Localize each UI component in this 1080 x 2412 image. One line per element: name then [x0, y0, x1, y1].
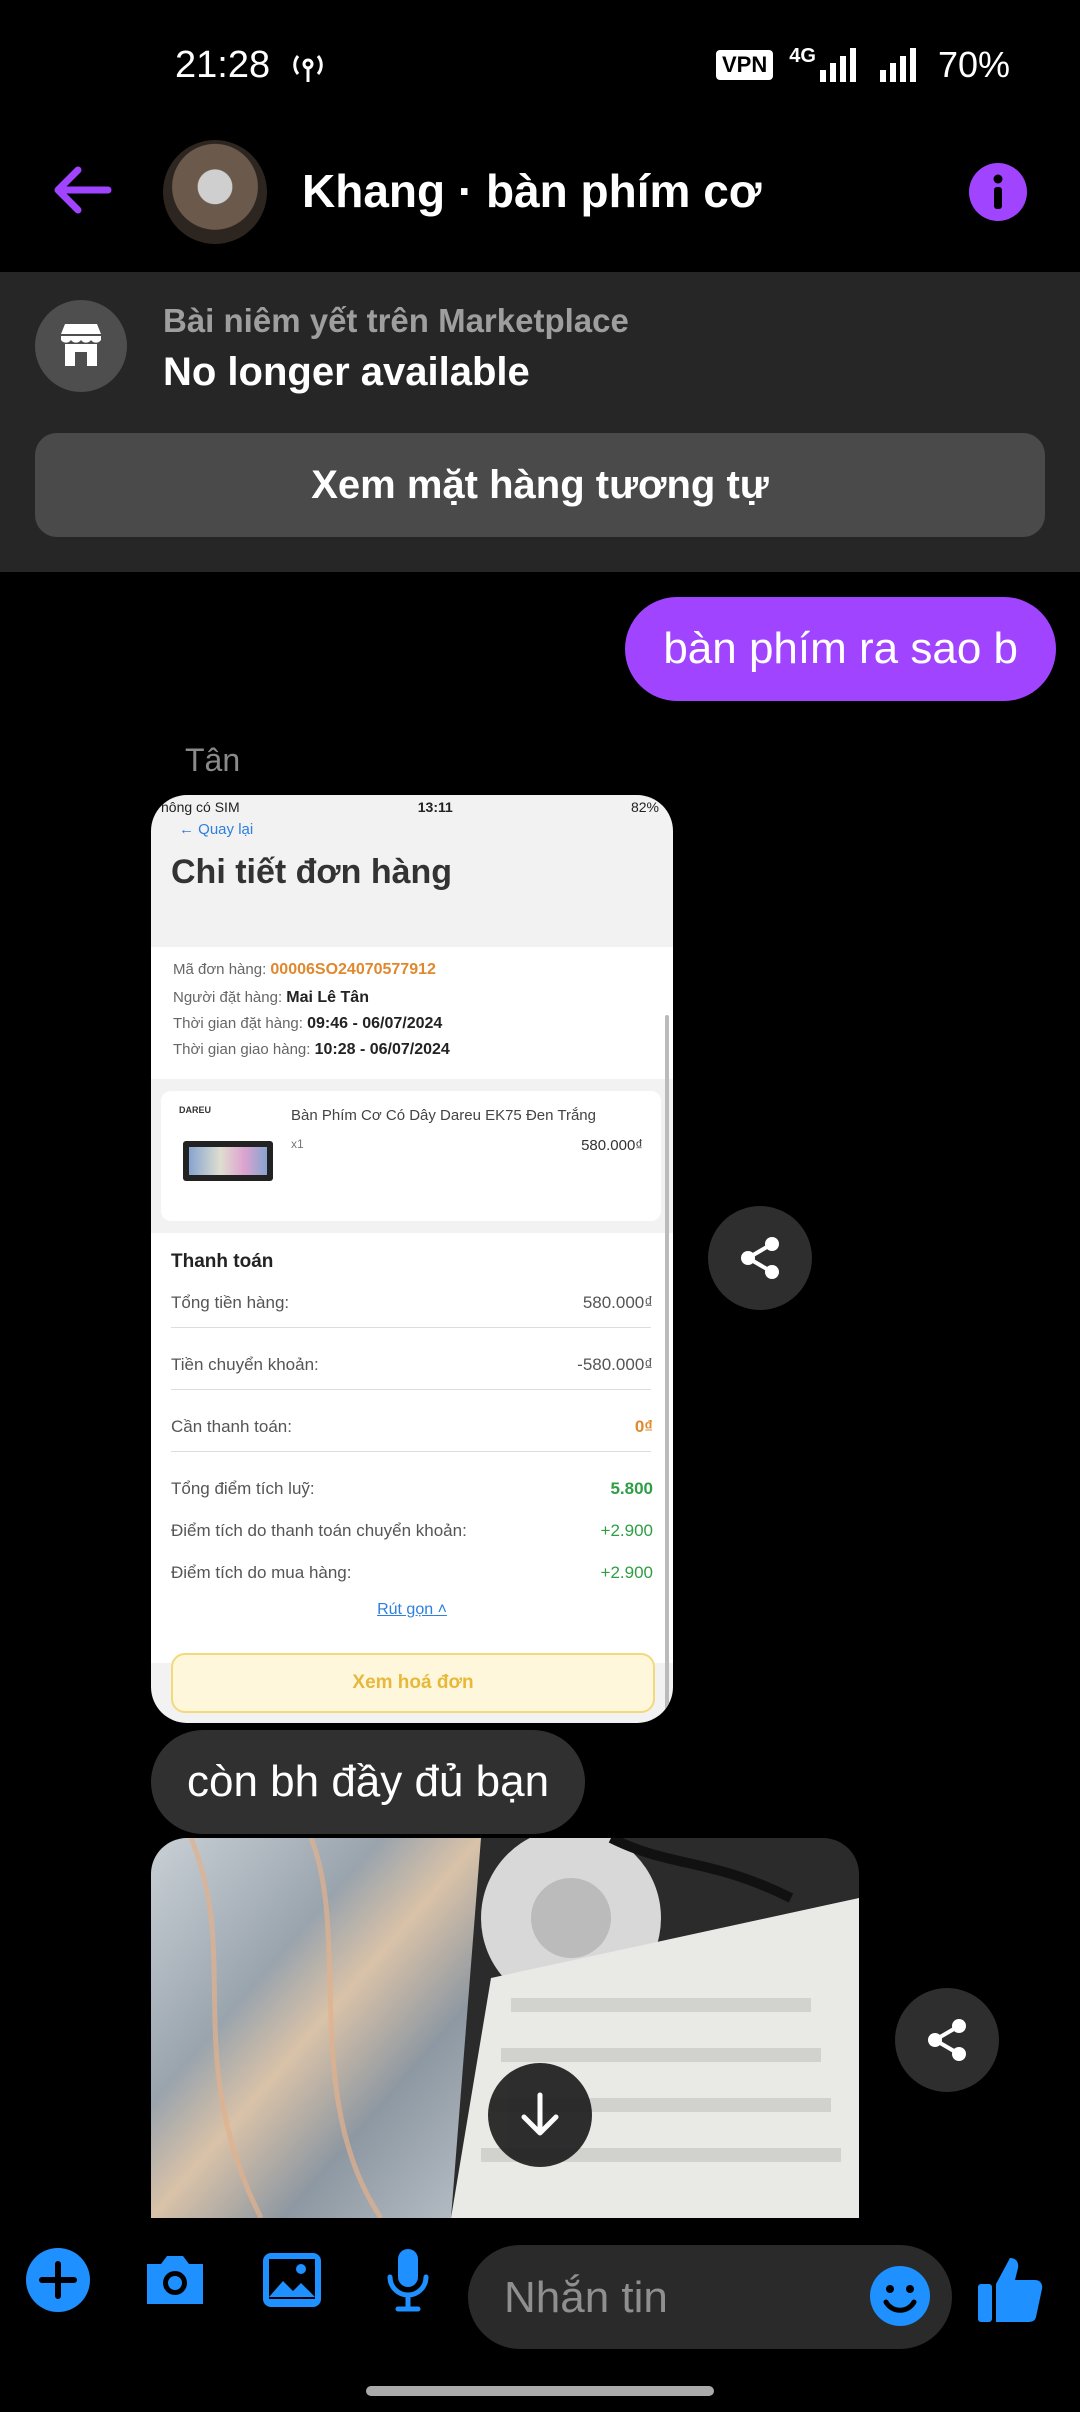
keyboard-thumbnail — [183, 1141, 273, 1181]
arrow-down-icon — [521, 2092, 559, 2136]
add-button[interactable] — [20, 2242, 96, 2318]
message-placeholder: Nhắn tin — [504, 2273, 668, 2322]
order-time: 09:46 - 06/07/2024 — [307, 1015, 443, 1032]
order-code-row: Mã đơn hàng: 00006SO24070577912 — [173, 961, 436, 978]
share-button[interactable] — [895, 1988, 999, 2092]
share-button[interactable] — [708, 1206, 812, 1310]
smiley-icon — [870, 2266, 930, 2326]
thumbs-up-icon — [978, 2258, 1043, 2322]
voice-button[interactable] — [370, 2242, 446, 2318]
home-indicator — [366, 2386, 714, 2396]
due-label: Cần thanh toán: — [171, 1417, 292, 1436]
divider — [171, 1451, 651, 1452]
shot-title: Chi tiết đơn hàng — [171, 853, 453, 891]
buyer-name: Mai Lê Tân — [286, 989, 369, 1006]
avatar[interactable] — [163, 140, 267, 244]
vpn-badge: VPN — [716, 50, 774, 80]
listing-status: No longer available — [163, 350, 530, 394]
signal-icon-2 — [879, 48, 916, 82]
back-arrow-icon[interactable] — [48, 160, 114, 225]
delivery-time: 10:28 - 06/07/2024 — [314, 1041, 450, 1058]
share-icon — [741, 1237, 779, 1279]
emoji-button[interactable] — [868, 2264, 932, 2333]
sender-name: Tân — [185, 742, 241, 778]
delivery-time-row: Thời gian giao hàng: 10:28 - 06/07/2024 — [173, 1041, 450, 1058]
payment-card: Thanh toán Tổng tiền hàng: 580.000₫ Tiền… — [151, 1233, 673, 1663]
info-icon[interactable] — [968, 162, 1028, 227]
store-icon — [35, 300, 127, 392]
share-icon — [928, 2019, 966, 2061]
points-transfer-label: Điểm tích do thanh toán chuyển khoản: — [171, 1521, 467, 1540]
banner-subtitle: Bài niêm yết trên Marketplace — [163, 302, 629, 339]
microphone-icon — [387, 2249, 429, 2312]
brand-logo: DAREU — [179, 1105, 212, 1115]
shot-back-link: ← Quay lại — [179, 821, 254, 838]
camera-icon — [147, 2256, 203, 2304]
status-time: 21:28 — [175, 44, 271, 86]
order-info-card: Mã đơn hàng: 00006SO24070577912 Người đặ… — [151, 947, 673, 1079]
points-transfer-value: +2.900 — [600, 1521, 653, 1540]
conversation-title[interactable]: Khang · bàn phím cơ — [302, 164, 761, 218]
keyboard-photo[interactable] — [151, 1838, 859, 2218]
order-time-row: Thời gian đặt hàng: 09:46 - 06/07/2024 — [173, 1015, 443, 1032]
shot-time: 13:11 — [417, 799, 453, 815]
points-purchase-value: +2.900 — [600, 1563, 653, 1582]
invoice-button: Xem hoá đơn — [171, 1653, 655, 1713]
product-price: 580.000₫ — [581, 1137, 643, 1154]
shot-status-bar: hông có SIM 13:11 82% — [161, 799, 659, 815]
buyer-row: Người đặt hàng: Mai Lê Tân — [173, 989, 369, 1006]
product-qty: x1 — [291, 1137, 304, 1151]
view-similar-button[interactable]: Xem mặt hàng tương tự — [35, 433, 1045, 537]
status-right: VPN 4G 70% — [716, 44, 1010, 86]
shot-battery: 82% — [630, 799, 659, 815]
like-button[interactable] — [976, 2254, 1044, 2331]
total-value: 580.000₫ — [582, 1293, 653, 1312]
product-name: Bàn Phím Cơ Có Dây Dareu EK75 Đen Trắng — [291, 1107, 596, 1124]
outgoing-message[interactable]: bàn phím ra sao b — [625, 597, 1056, 701]
points-label: Tổng điểm tích luỹ: — [171, 1479, 315, 1498]
transfer-value: -580.000₫ — [577, 1355, 653, 1374]
shot-scrollbar — [665, 1015, 669, 1715]
transfer-label: Tiền chuyển khoản: — [171, 1355, 319, 1374]
divider — [171, 1327, 651, 1328]
collapse-link: Rút gọn ˄ — [377, 1601, 447, 1618]
scroll-down-button[interactable] — [488, 2063, 592, 2167]
points-value: 5.800 — [610, 1479, 653, 1498]
divider — [171, 1389, 651, 1390]
battery-level: 70% — [937, 44, 1010, 85]
shot-back-label: Quay lại — [198, 821, 254, 838]
order-screenshot-message[interactable]: hông có SIM 13:11 82% ← Quay lại Chi tiế… — [151, 795, 673, 1723]
network-label: 4G — [789, 44, 816, 67]
payment-title: Thanh toán — [171, 1251, 274, 1272]
points-purchase-label: Điểm tích do mua hàng: — [171, 1563, 352, 1582]
incoming-message[interactable]: còn bh đầy đủ bạn — [151, 1730, 586, 1834]
camera-button[interactable] — [137, 2242, 213, 2318]
image-icon — [263, 2253, 321, 2307]
gallery-button[interactable] — [254, 2242, 330, 2318]
product-card: DAREU Bàn Phím Cơ Có Dây Dareu EK75 Đen … — [161, 1091, 661, 1221]
total-label: Tổng tiền hàng: — [171, 1293, 290, 1312]
signal-icon — [819, 48, 856, 82]
due-value: 0₫ — [634, 1417, 653, 1436]
hotspot-icon — [290, 48, 326, 89]
plus-circle-icon — [26, 2248, 90, 2312]
order-code: 00006SO24070577912 — [270, 961, 436, 978]
shot-sim: hông có SIM — [161, 799, 240, 815]
